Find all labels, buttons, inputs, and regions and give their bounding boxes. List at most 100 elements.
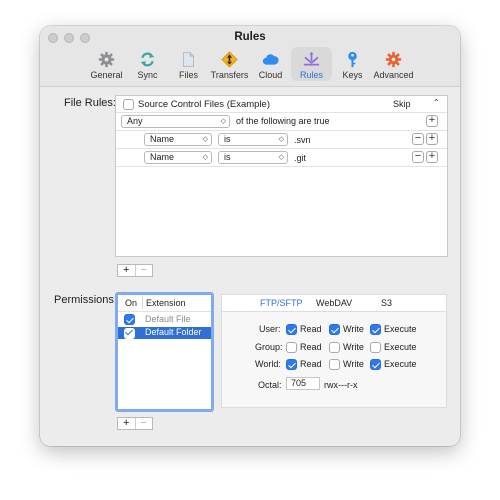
list-item-label: Default File <box>145 314 191 324</box>
protocol-tabs: FTP/SFTP WebDAV S3 <box>222 295 446 312</box>
chevron-updown-icon: ◇ <box>278 136 284 143</box>
read-label: Read <box>300 342 322 352</box>
group-row-label: Group: <box>255 342 283 352</box>
list-item-label: Default Folder <box>145 327 202 337</box>
condition-field-value: Name <box>150 152 175 162</box>
toolbar-label: Files <box>178 70 198 80</box>
add-condition-button[interactable]: + <box>426 151 438 163</box>
read-label: Read <box>300 359 322 369</box>
toolbar-sync-button[interactable]: Sync <box>127 47 168 81</box>
file-rules-add-remove: + − <box>117 264 153 277</box>
condition-field-value: Name <box>150 134 175 144</box>
write-label: Write <box>343 359 364 369</box>
toolbar-general-button[interactable]: General <box>86 47 127 81</box>
tab-webdav[interactable]: WebDAV <box>316 298 352 308</box>
toolbar-label: Transfers <box>210 70 249 80</box>
world-row-label: World: <box>255 359 281 369</box>
world-read-checkbox[interactable] <box>286 359 297 370</box>
condition-row: Name ◇ is ◇ .svn − + <box>116 131 447 149</box>
write-label: Write <box>343 342 364 352</box>
column-header-extension: Extension <box>146 298 186 308</box>
user-read-checkbox[interactable] <box>286 324 297 335</box>
permissions-add-remove: + − <box>117 417 153 430</box>
rules-window: Rules General Sync Files Transfers Cloud <box>40 26 460 446</box>
file-rules-panel: Source Control Files (Example) Skip ⌃ An… <box>115 95 448 257</box>
toolbar-keys-button[interactable]: Keys <box>332 47 373 81</box>
add-rule-button[interactable]: + <box>118 265 135 276</box>
remove-condition-button[interactable]: − <box>412 133 424 145</box>
user-execute-checkbox[interactable] <box>370 324 381 335</box>
permissions-panel: FTP/SFTP WebDAV S3 User: Read Write Exec… <box>221 294 447 408</box>
world-execute-checkbox[interactable] <box>370 359 381 370</box>
remove-rule-button[interactable]: − <box>134 265 153 276</box>
octal-input[interactable]: 705 <box>286 377 320 390</box>
chevron-updown-icon: ◇ <box>220 118 226 125</box>
permissions-label: Permissions: <box>54 294 117 306</box>
group-execute-checkbox[interactable] <box>370 342 381 353</box>
toolbar-transfers-button[interactable]: Transfers <box>209 47 250 81</box>
toolbar-label: General <box>90 70 123 80</box>
octal-label: Octal: <box>258 380 282 390</box>
rule-action-select[interactable]: Skip <box>393 99 411 109</box>
rule-name: Source Control Files (Example) <box>138 99 270 110</box>
toolbar-label: Advanced <box>373 70 414 80</box>
toolbar-label: Cloud <box>258 70 283 80</box>
user-write-checkbox[interactable] <box>329 324 340 335</box>
execute-label: Execute <box>384 342 417 352</box>
world-write-checkbox[interactable] <box>329 359 340 370</box>
gear-icon <box>98 51 115 68</box>
execute-label: Execute <box>384 324 417 334</box>
toolbar-rules-button[interactable]: Rules <box>291 47 332 81</box>
execute-label: Execute <box>384 359 417 369</box>
group-write-checkbox[interactable] <box>329 342 340 353</box>
condition-field-popup[interactable]: Name ◇ <box>144 151 212 164</box>
read-label: Read <box>300 324 322 334</box>
toolbar-label: Keys <box>342 70 363 80</box>
toolbar-advanced-button[interactable]: Advanced <box>373 47 414 81</box>
default-file-checkbox[interactable] <box>124 314 135 325</box>
tab-ftp-sftp[interactable]: FTP/SFTP <box>260 298 303 308</box>
list-item[interactable]: Default File <box>118 314 211 326</box>
add-condition-button[interactable]: + <box>426 133 438 145</box>
transfers-icon <box>221 51 238 68</box>
rule-header-row[interactable]: Source Control Files (Example) Skip ⌃ <box>116 96 447 113</box>
match-description: of the following are true <box>236 116 330 126</box>
write-label: Write <box>343 324 364 334</box>
file-rules-label: File Rules: <box>64 97 116 109</box>
advanced-icon <box>385 51 402 68</box>
add-extension-button[interactable]: + <box>118 418 135 429</box>
condition-value-field[interactable]: .svn <box>294 135 311 145</box>
list-header: On Extension <box>118 295 211 312</box>
rule-enabled-checkbox[interactable] <box>123 99 134 110</box>
preferences-toolbar: General Sync Files Transfers Cloud Rules <box>86 47 414 81</box>
cloud-icon <box>262 54 279 65</box>
match-mode-popup[interactable]: Any ◇ <box>121 115 230 128</box>
condition-operator-value: is <box>224 134 231 144</box>
condition-operator-popup[interactable]: is ◇ <box>218 151 288 164</box>
chevron-updown-icon: ◇ <box>278 154 284 161</box>
toolbar-label: Rules <box>299 70 323 80</box>
condition-operator-value: is <box>224 152 231 162</box>
keys-icon <box>348 51 357 68</box>
tab-s3[interactable]: S3 <box>381 298 392 308</box>
toolbar-files-button[interactable]: Files <box>168 47 209 81</box>
files-icon <box>182 52 195 67</box>
remove-extension-button[interactable]: − <box>134 418 153 429</box>
condition-field-popup[interactable]: Name ◇ <box>144 133 212 146</box>
user-row-label: User: <box>259 324 281 334</box>
group-read-checkbox[interactable] <box>286 342 297 353</box>
extension-list[interactable]: On Extension Default File Default Folder <box>115 292 214 412</box>
list-item-selected[interactable]: Default Folder <box>118 327 211 339</box>
toolbar-cloud-button[interactable]: Cloud <box>250 47 291 81</box>
chevron-updown-icon: ◇ <box>202 154 208 161</box>
window-title: Rules <box>234 31 266 43</box>
add-condition-button[interactable]: + <box>426 115 438 127</box>
mode-string: rwx---r-x <box>324 380 358 390</box>
condition-row: Name ◇ is ◇ .git − + <box>116 149 447 167</box>
match-row: Any ◇ of the following are true + <box>116 113 447 131</box>
condition-value-field[interactable]: .git <box>294 153 306 163</box>
remove-condition-button[interactable]: − <box>412 151 424 163</box>
condition-operator-popup[interactable]: is ◇ <box>218 133 288 146</box>
sync-icon <box>140 52 155 67</box>
rules-icon <box>303 51 320 66</box>
